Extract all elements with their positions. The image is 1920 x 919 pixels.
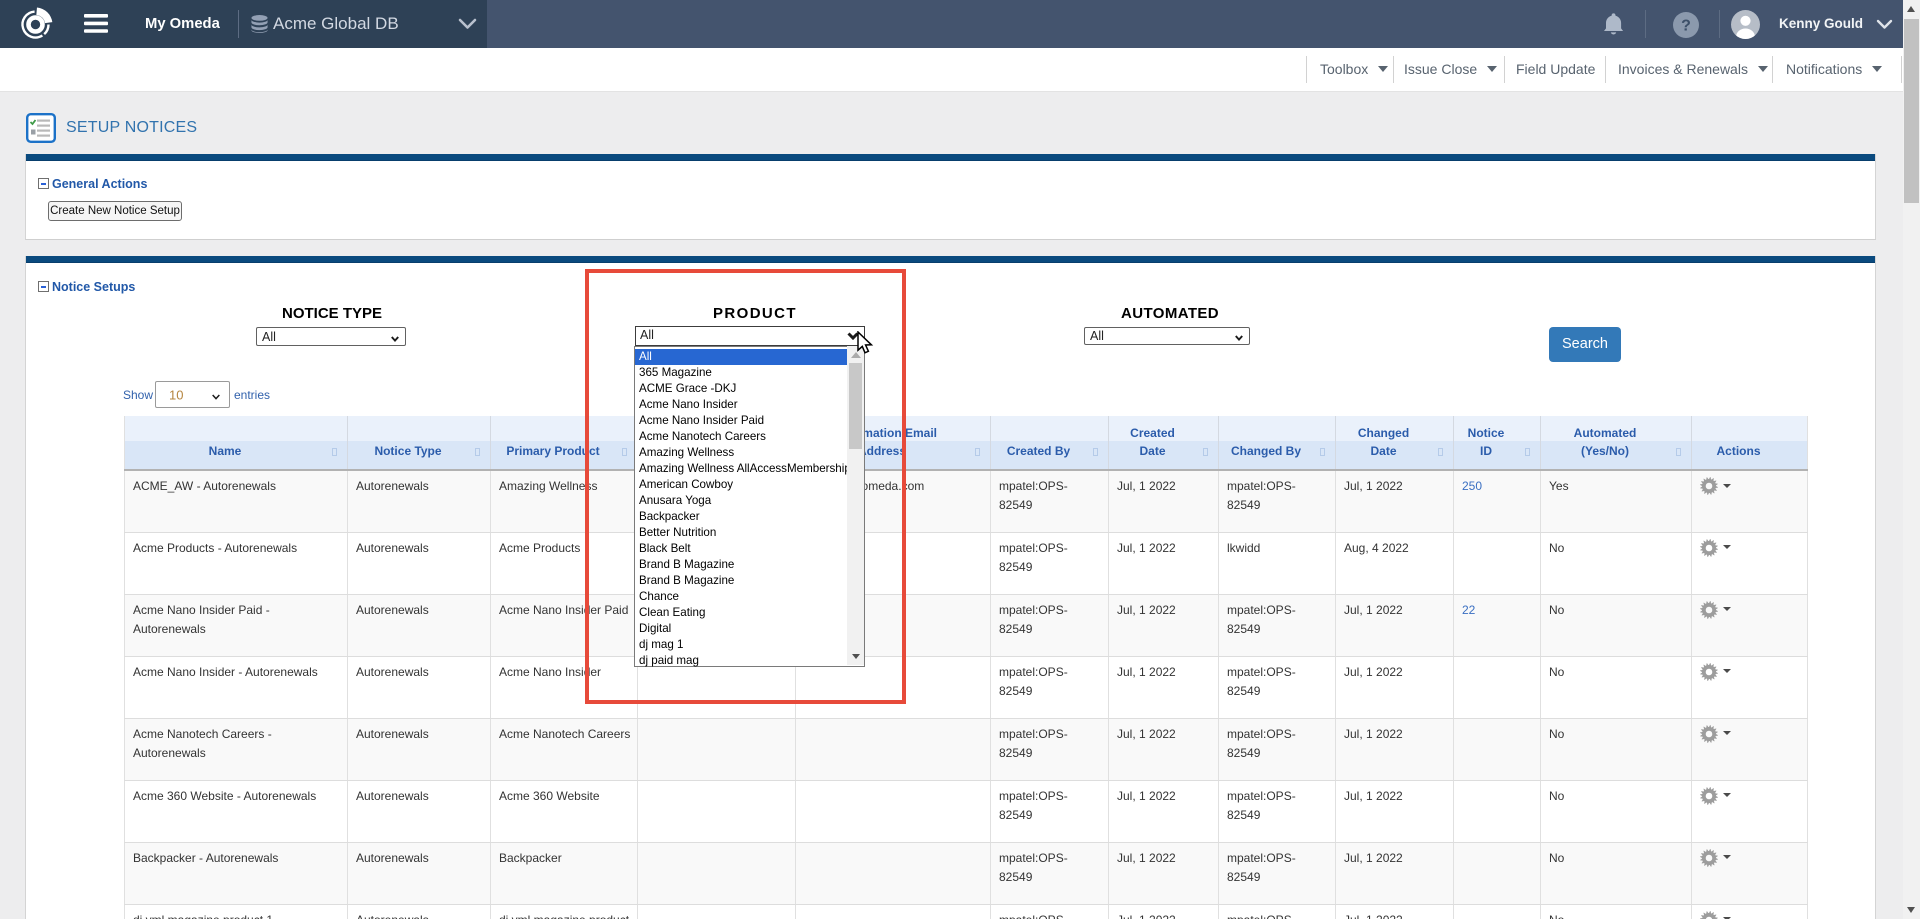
svg-text:?: ? <box>1681 17 1691 34</box>
